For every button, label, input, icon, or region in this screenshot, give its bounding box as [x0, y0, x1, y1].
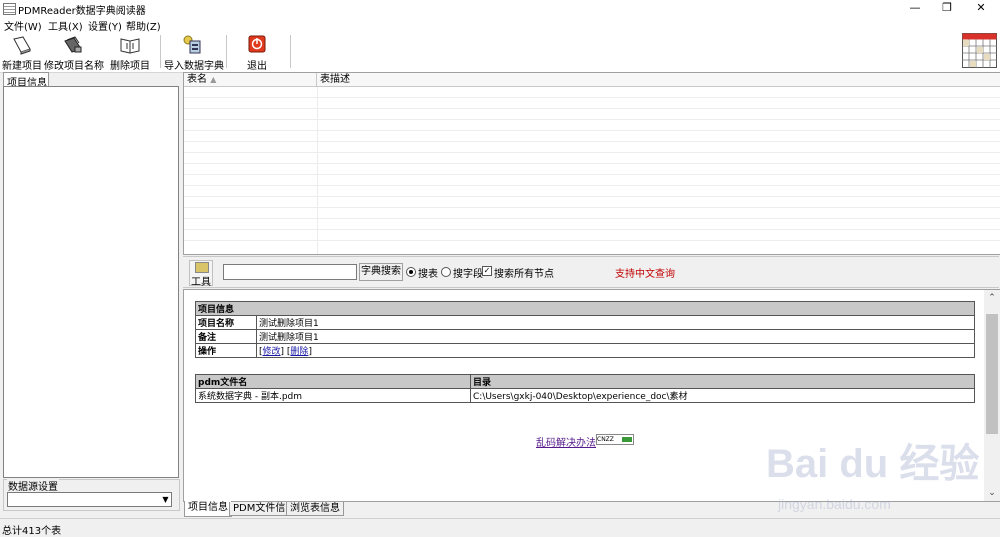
project-name-key: 项目名称 [195, 315, 257, 330]
search-table-radio[interactable] [406, 267, 416, 277]
pdm-file-directory: C:\Users\gxkj-040\Desktop\experience_doc… [470, 388, 975, 403]
calendar-logo-icon [962, 33, 997, 68]
toolbar-separator [226, 35, 227, 68]
tools-button[interactable]: 工具 [189, 260, 213, 288]
menu-tools[interactable]: 工具(X) [48, 18, 83, 33]
project-info-table: 项目信息 项目名称 测试删除项目1 备注 测试删除项目1 操作 [修改] [删除… [195, 301, 975, 358]
garble-fix-link[interactable]: 乱码解决办法 [536, 434, 596, 449]
edit-link[interactable]: 修改 [263, 347, 281, 357]
toolbar-separator [160, 35, 161, 68]
sort-asc-icon: ▲ [210, 75, 217, 84]
app-icon [3, 3, 16, 15]
search-field-radio[interactable] [441, 267, 451, 277]
search-bar: 工具 字典搜索 搜表 搜字段 ✓ 搜索所有节点 支持中文查询 [183, 256, 999, 288]
search-input[interactable] [223, 264, 357, 280]
import-dict-label: 导入数据字典 [164, 61, 224, 72]
title-bar: PDMReader数据字典阅读器 — ❐ ✕ [0, 0, 1000, 17]
delete-project-button[interactable]: 删除项目 [108, 32, 152, 72]
watermark-line1: Bai du 经验 [766, 442, 979, 486]
restore-button[interactable]: ❐ [932, 0, 962, 16]
datasource-select[interactable]: ▼ [7, 492, 172, 507]
cnzz-label: CNZZ [597, 436, 614, 443]
new-project-label: 新建项目 [2, 61, 42, 72]
remark-key: 备注 [195, 329, 257, 344]
close-button[interactable]: ✕ [966, 0, 996, 16]
column-header-label: 表名 [187, 74, 207, 85]
watermark-line2: jingyan.baidu.com [777, 496, 891, 512]
column-header-table-desc[interactable]: 表描述 [317, 73, 1000, 86]
menu-settings[interactable]: 设置(Y) [88, 18, 122, 33]
operation-key: 操作 [195, 343, 257, 358]
rename-project-button[interactable]: 修改项目名称 [44, 32, 104, 72]
tab-project-info-left[interactable]: 项目信息 [3, 72, 49, 89]
open-book-icon [120, 38, 140, 54]
dict-search-button[interactable]: 字典搜索 [359, 263, 403, 281]
exit-label: 退出 [247, 61, 267, 72]
exit-button[interactable]: 退出 [234, 32, 280, 72]
window-title: PDMReader数据字典阅读器 [18, 6, 146, 17]
table-list[interactable]: 表名 ▲ 表描述 [183, 72, 1000, 255]
table-row: 备注 测试删除项目1 [195, 329, 975, 344]
status-text: 总计413个表 [2, 526, 62, 537]
table-row: 项目名称 测试删除项目1 [195, 315, 975, 330]
status-bar: 总计413个表 [0, 518, 1000, 537]
chinese-search-hint: 支持中文查询 [615, 269, 675, 280]
pdm-file-table: pdm文件名 目录 系统数据字典 - 副本.pdm C:\Users\gxkj-… [195, 374, 975, 403]
cnzz-stat-icon[interactable]: CNZZ [596, 434, 634, 445]
delete-project-label: 删除项目 [110, 61, 150, 72]
search-all-nodes-label: 搜索所有节点 [494, 269, 554, 280]
remark-value: 测试删除项目1 [256, 329, 975, 344]
project-name-value: 测试删除项目1 [256, 315, 975, 330]
new-project-button[interactable]: 新建项目 [2, 32, 42, 72]
menu-file[interactable]: 文件(W) [4, 18, 42, 33]
power-icon [248, 35, 266, 53]
import-database-icon [183, 35, 201, 54]
tab-project-info[interactable]: 项目信息 [184, 501, 232, 517]
operation-cell: [修改] [删除] [256, 343, 975, 358]
datasource-label: 数据源设置 [7, 478, 59, 493]
toolbar-separator [290, 35, 291, 68]
import-dict-button[interactable]: 导入数据字典 [164, 32, 224, 72]
tools-label: 工具 [191, 277, 211, 288]
search-field-label: 搜字段 [453, 269, 483, 280]
scroll-up-icon[interactable]: ⌃ [984, 290, 1000, 306]
toolbar: 新建项目 修改项目名称 删除项目 导入数据字典 退出 [0, 32, 1000, 73]
delete-link[interactable]: 删除 [290, 347, 308, 357]
table-row: 系统数据字典 - 副本.pdm C:\Users\gxkj-040\Deskto… [195, 388, 975, 403]
table-list-header: 表名 ▲ 表描述 [184, 73, 1000, 87]
table-row: 操作 [修改] [删除] [195, 343, 975, 358]
search-all-nodes-checkbox[interactable]: ✓ [482, 266, 492, 276]
project-tree[interactable] [3, 86, 179, 478]
pdm-file-column-header: pdm文件名 [195, 374, 471, 389]
minimize-button[interactable]: — [900, 0, 930, 16]
column-header-table-name[interactable]: 表名 ▲ [184, 73, 317, 86]
chevron-down-icon[interactable]: ▼ [160, 493, 171, 506]
search-table-label: 搜表 [418, 269, 438, 280]
baidu-watermark: Bai du 经验 jingyan.baidu.com [766, 442, 979, 512]
menu-bar: 文件(W) 工具(X) 设置(Y) 帮助(Z) [0, 16, 1000, 33]
scroll-thumb[interactable] [986, 314, 998, 434]
edit-book-icon [64, 36, 82, 53]
directory-column-header: 目录 [470, 374, 975, 389]
book-icon [13, 36, 31, 55]
column-header-label: 表描述 [320, 74, 350, 85]
tools-icon [195, 262, 209, 273]
rename-project-label: 修改项目名称 [44, 61, 104, 72]
pdm-file-name: 系统数据字典 - 副本.pdm [195, 388, 471, 403]
tab-browse-table-info[interactable]: 浏览表信息 [286, 502, 344, 516]
menu-help[interactable]: 帮助(Z) [126, 18, 161, 33]
project-info-header: 项目信息 [195, 301, 975, 316]
